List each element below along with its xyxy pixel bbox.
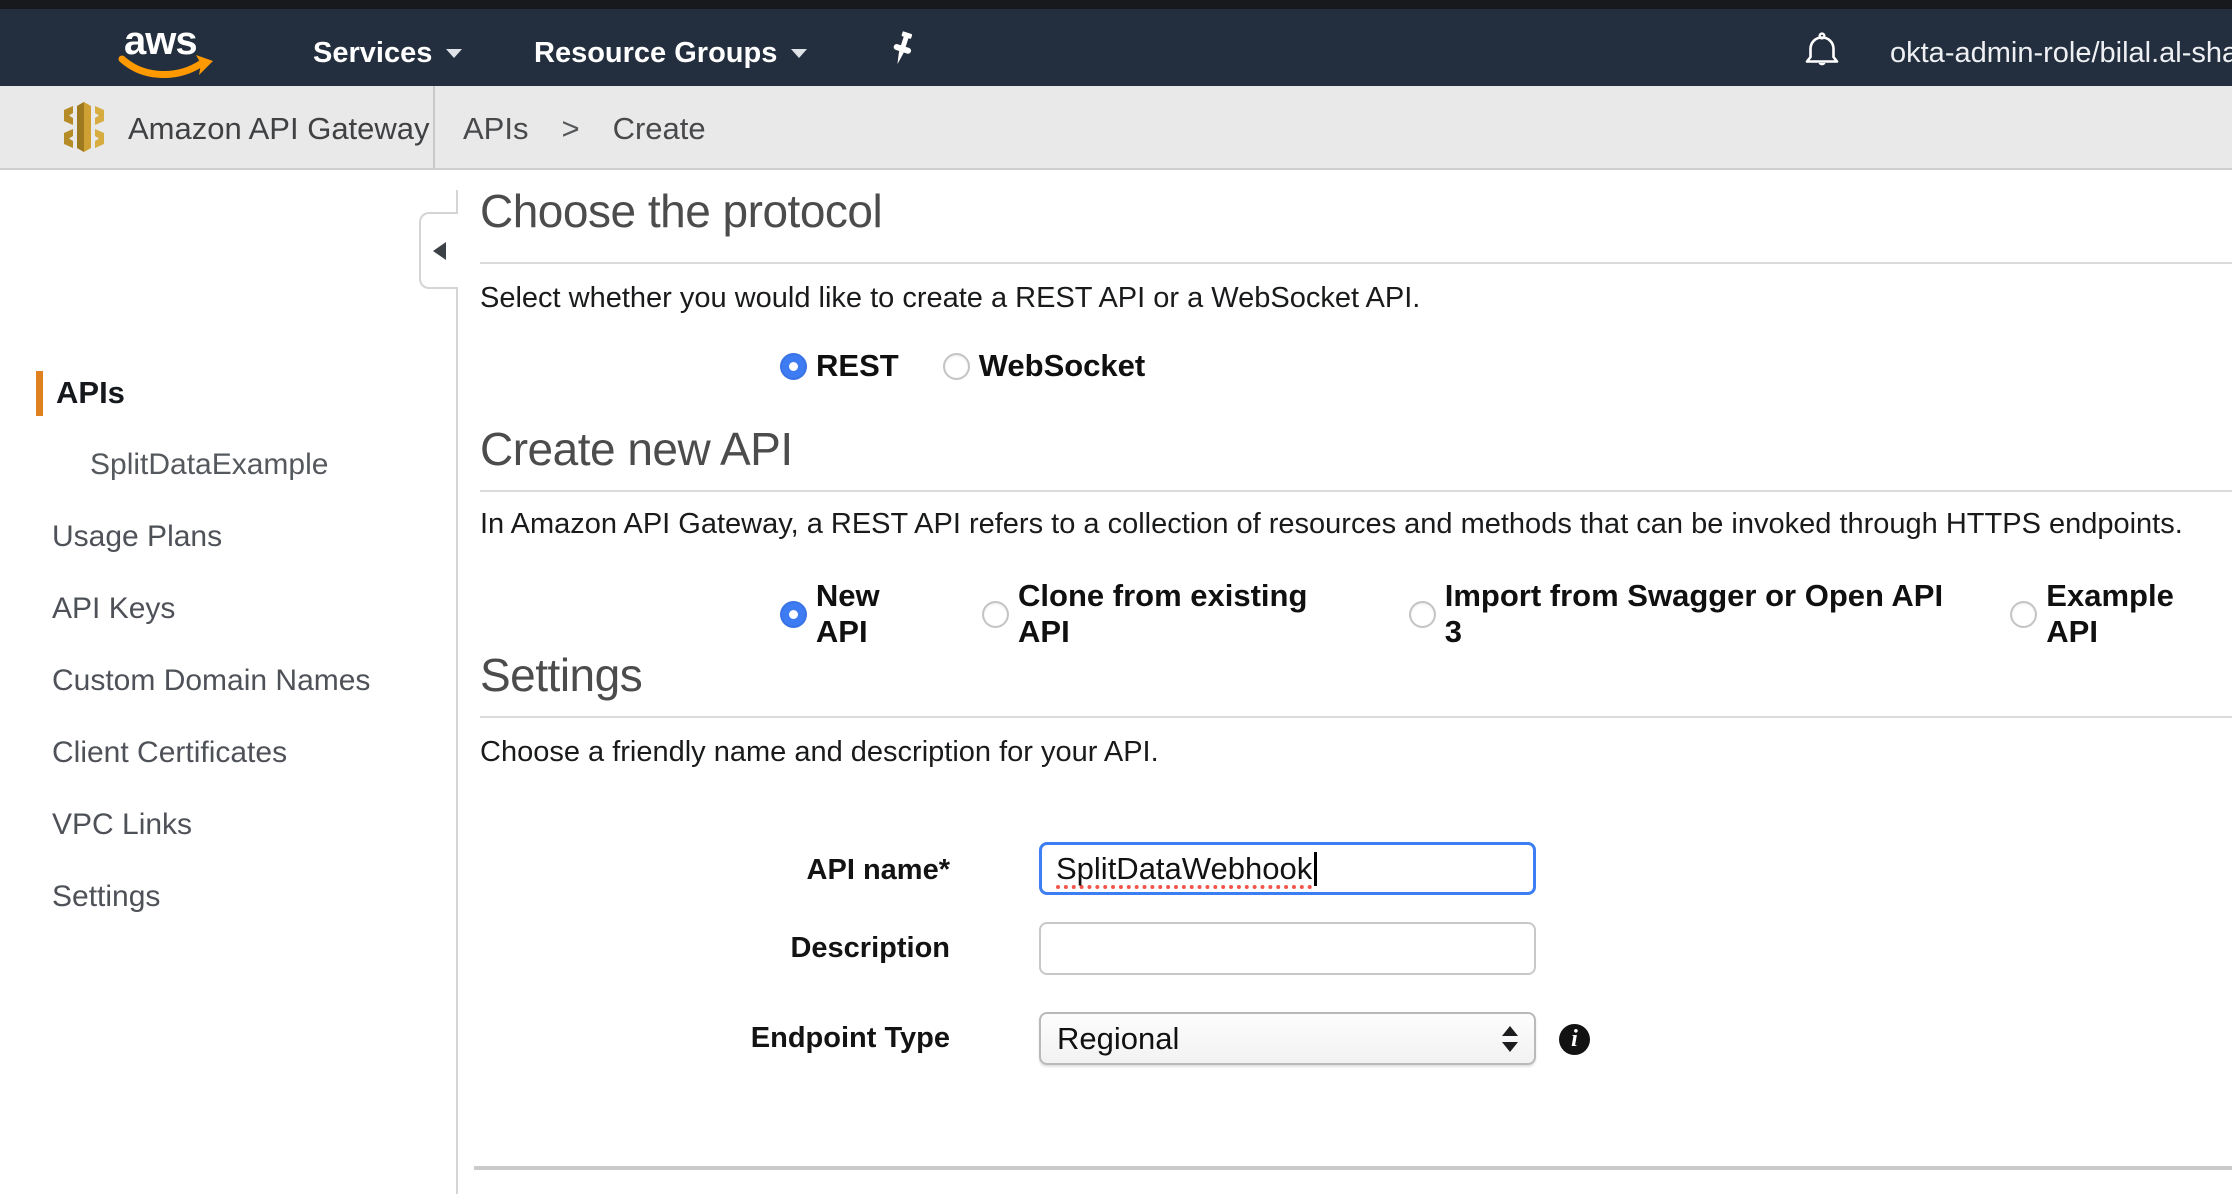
breadcrumb-item-create: Create — [613, 111, 706, 147]
protocol-radio-group: REST WebSocket — [780, 348, 1145, 384]
radio-label-rest: REST — [816, 348, 899, 384]
section-divider — [480, 262, 2232, 264]
settings-description: Choose a friendly name and description f… — [480, 736, 1159, 769]
sidebar-item-settings[interactable]: Settings — [52, 880, 160, 914]
radio-unselected-icon[interactable] — [1409, 601, 1436, 628]
breadcrumb-divider — [433, 86, 435, 168]
nav-services-menu[interactable]: Services — [313, 37, 462, 70]
radio-label-websocket: WebSocket — [979, 348, 1146, 384]
radio-option-new-api[interactable]: New API — [780, 578, 938, 650]
aws-logo[interactable]: aws — [116, 17, 216, 86]
aws-logo-icon: aws — [116, 17, 216, 81]
radio-selected-icon[interactable] — [780, 601, 807, 628]
radio-option-websocket[interactable]: WebSocket — [943, 348, 1146, 384]
section-title-settings: Settings — [480, 648, 642, 702]
collapse-arrow-icon — [433, 242, 446, 260]
protocol-description: Select whether you would like to create … — [480, 282, 1420, 315]
radio-unselected-icon[interactable] — [943, 353, 970, 380]
footer-divider — [474, 1166, 2232, 1170]
api-name-input[interactable]: SplitDataWebhook — [1039, 842, 1536, 895]
select-stepper-icon — [1502, 1026, 1518, 1052]
api-source-radio-group: New API Clone from existing API Import f… — [780, 578, 2232, 650]
sidebar-item-custom-domain-names[interactable]: Custom Domain Names — [52, 664, 370, 698]
notifications-bell-icon[interactable] — [1804, 32, 1840, 77]
api-name-label: API name* — [458, 854, 950, 887]
api-gateway-icon — [60, 100, 108, 159]
section-divider — [480, 490, 2232, 492]
info-icon-glyph: i — [1571, 1026, 1578, 1053]
sidebar-item-api-keys[interactable]: API Keys — [52, 592, 175, 626]
aws-logo-text: aws — [124, 19, 197, 63]
endpoint-type-value: Regional — [1057, 1021, 1179, 1057]
radio-label-clone: Clone from existing API — [1018, 578, 1365, 650]
sidebar-item-vpc-links[interactable]: VPC Links — [52, 808, 192, 842]
account-menu[interactable]: okta-admin-role/bilal.al-sha — [1890, 37, 2232, 70]
create-api-page: Choose the protocol Select whether you w… — [458, 170, 2232, 1194]
breadcrumb-separator: > — [561, 111, 579, 147]
aws-navbar: aws Services Resource Groups — [0, 9, 2232, 86]
radio-unselected-icon[interactable] — [2010, 601, 2037, 628]
radio-option-clone[interactable]: Clone from existing API — [982, 578, 1365, 650]
chevron-down-icon — [446, 49, 462, 58]
endpoint-type-select[interactable]: Regional — [1039, 1012, 1536, 1065]
sidebar-item-usage-plans[interactable]: Usage Plans — [52, 520, 222, 554]
nav-services-label: Services — [313, 37, 432, 70]
section-title-create-new-api: Create new API — [480, 422, 793, 476]
endpoint-type-label: Endpoint Type — [458, 1022, 950, 1055]
pin-icon[interactable] — [888, 31, 918, 74]
radio-label-new-api: New API — [816, 578, 938, 650]
sidebar-collapse-button[interactable] — [419, 212, 458, 289]
service-name[interactable]: Amazon API Gateway — [128, 111, 430, 147]
radio-option-rest[interactable]: REST — [780, 348, 899, 384]
sidebar-item-client-certificates[interactable]: Client Certificates — [52, 736, 287, 770]
radio-option-import-swagger[interactable]: Import from Swagger or Open API 3 — [1409, 578, 1967, 650]
section-divider — [480, 716, 2232, 718]
radio-label-import-swagger: Import from Swagger or Open API 3 — [1445, 578, 1967, 650]
create-api-description: In Amazon API Gateway, a REST API refers… — [480, 508, 2183, 541]
breadcrumb-bar: Amazon API Gateway APIs > Create — [0, 86, 2232, 170]
nav-resource-groups-label: Resource Groups — [534, 37, 777, 70]
api-name-value: SplitDataWebhook — [1056, 851, 1312, 887]
nav-resource-groups-menu[interactable]: Resource Groups — [534, 37, 807, 70]
sidebar: APIs SplitDataExample Usage Plans API Ke… — [0, 170, 456, 1194]
chevron-down-icon — [791, 49, 807, 58]
radio-option-example-api[interactable]: Example API — [2010, 578, 2232, 650]
window-top-edge — [0, 0, 2232, 9]
active-item-indicator — [36, 371, 43, 416]
breadcrumb: APIs > Create — [463, 111, 706, 147]
app-window: aws Services Resource Groups — [0, 0, 2232, 1194]
breadcrumb-item-apis[interactable]: APIs — [463, 111, 528, 147]
text-cursor — [1314, 852, 1317, 886]
section-title-protocol: Choose the protocol — [480, 184, 882, 238]
content-left-border — [456, 190, 458, 1194]
sidebar-item-apis[interactable]: APIs — [56, 376, 125, 410]
sidebar-item-splitdataexample[interactable]: SplitDataExample — [90, 448, 328, 482]
description-input[interactable] — [1039, 922, 1536, 975]
radio-label-example-api: Example API — [2046, 578, 2232, 650]
radio-selected-icon[interactable] — [780, 353, 807, 380]
description-label: Description — [458, 932, 950, 965]
radio-unselected-icon[interactable] — [982, 601, 1009, 628]
info-icon[interactable]: i — [1559, 1024, 1590, 1055]
